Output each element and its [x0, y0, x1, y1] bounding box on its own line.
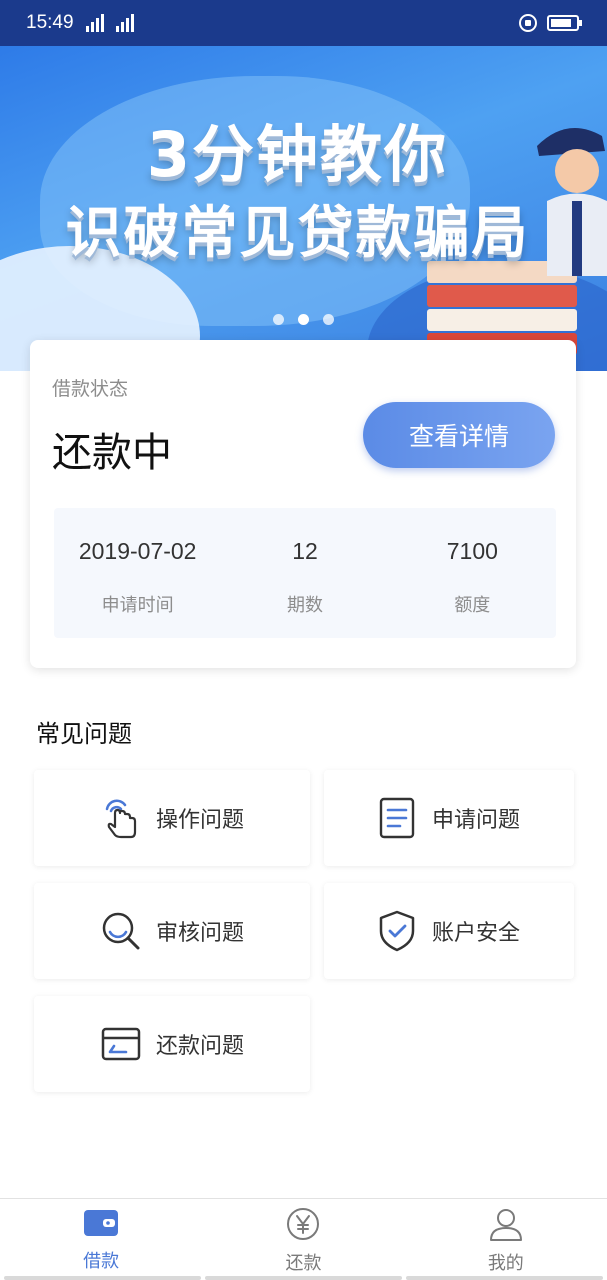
bottom-navigation: 借款 还款 我的 [0, 1198, 607, 1280]
stat-label: 申请时间 [101, 595, 174, 616]
nav-label: 借款 [83, 1251, 120, 1272]
card-icon [100, 1023, 142, 1065]
carousel-dot-active[interactable] [298, 314, 309, 325]
stat-periods: 12 期数 [221, 508, 388, 638]
carousel-dot[interactable] [323, 314, 334, 325]
stat-value: 2019-07-02 [78, 538, 197, 564]
stat-value: 12 [292, 538, 318, 564]
faq-item-label: 操作问题 [156, 808, 245, 833]
faq-operation[interactable]: 操作问题 [34, 770, 310, 866]
stat-label: 期数 [286, 595, 323, 616]
promo-banner[interactable]: 3分钟教你 识破常见贷款骗局 [0, 46, 607, 371]
faq-item-label: 申请问题 [432, 808, 521, 833]
yen-icon [285, 1207, 321, 1245]
stat-apply-date: 2019-07-02 申请时间 [54, 508, 221, 638]
magnifier-icon [100, 910, 142, 952]
faq-application[interactable]: 申请问题 [324, 770, 574, 866]
faq-item-label: 审核问题 [156, 921, 245, 946]
loan-status-card: 借款状态 还款中 查看详情 2019-07-02 申请时间 12 期数 7100… [30, 340, 576, 668]
nav-tab-mine[interactable]: 我的 [405, 1199, 607, 1280]
rotation-lock-icon [519, 14, 537, 32]
faq-section-title: 常见问题 [36, 720, 132, 748]
loan-status-label: 借款状态 [52, 378, 129, 400]
stat-value: 7100 [446, 538, 498, 564]
faq-account-security[interactable]: 账户安全 [324, 883, 574, 979]
document-icon [376, 797, 418, 839]
signal-icon [85, 14, 104, 32]
nav-label: 还款 [285, 1253, 322, 1274]
wallet-icon [83, 1207, 119, 1243]
nav-label: 我的 [487, 1253, 524, 1274]
nav-tab-borrow[interactable]: 借款 [0, 1199, 202, 1280]
loan-status-value: 还款中 [52, 430, 172, 476]
stat-label: 额度 [454, 595, 491, 616]
carousel-indicator [0, 314, 607, 325]
user-icon [488, 1207, 524, 1245]
faq-item-label: 账户安全 [432, 921, 521, 946]
tap-hand-icon [100, 797, 142, 839]
loan-stats: 2019-07-02 申请时间 12 期数 7100 额度 [54, 508, 556, 638]
faq-repayment[interactable]: 还款问题 [34, 996, 310, 1092]
battery-icon [547, 15, 582, 31]
gesture-bar [0, 1276, 607, 1280]
carousel-dot[interactable] [273, 314, 284, 325]
faq-item-label: 还款问题 [156, 1034, 245, 1059]
signal-icon-2 [115, 14, 134, 32]
status-bar: 15:49 [0, 0, 607, 46]
view-details-button[interactable]: 查看详情 [363, 402, 555, 468]
banner-headline-2: 识破常见贷款骗局 [65, 201, 530, 266]
status-time: 15:49 [26, 12, 74, 33]
stat-amount: 7100 额度 [389, 508, 556, 638]
banner-headline-1: 3分钟教你 [146, 118, 449, 191]
nav-tab-repay[interactable]: 还款 [202, 1199, 404, 1280]
shield-check-icon [376, 910, 418, 952]
faq-review[interactable]: 审核问题 [34, 883, 310, 979]
